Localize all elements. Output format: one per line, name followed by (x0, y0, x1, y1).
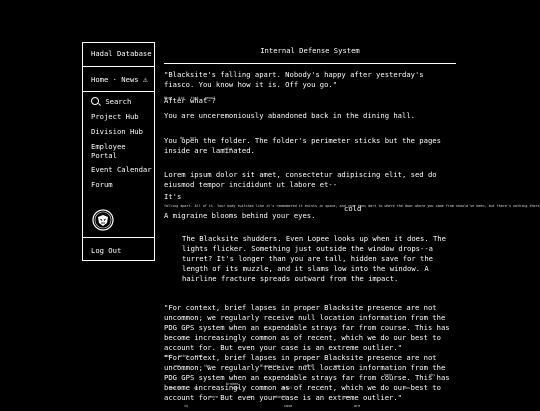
paragraph: Lorem ipsum dolor sit amet, consectetur … (164, 170, 441, 189)
whisper-word: does (304, 364, 313, 368)
paragraph: You are unceremoniously abandoned back i… (164, 111, 415, 120)
sidebar-divider (83, 237, 154, 238)
whisper-word: here (210, 395, 219, 399)
paragraph-indented: The Blacksite shudders. Even Lopee looks… (182, 234, 451, 283)
whisper-word: the (204, 364, 211, 368)
sidebar-item-event-calendar[interactable]: Event Calendar (91, 165, 152, 174)
home-news-label: Home · News (91, 75, 139, 84)
whisper-word: you (174, 364, 181, 368)
sidebar-item-search[interactable]: Search (91, 97, 131, 106)
whisper-text: cold (224, 147, 233, 151)
whisper-word: you (404, 386, 411, 390)
sidebar-title: Hadal Database (91, 49, 152, 58)
page-title: Internal Defense System (260, 46, 360, 55)
sidebar-divider (83, 66, 154, 67)
whisper-word: not (334, 364, 341, 368)
sidebar-item-home-news[interactable]: Home · News ⚠ (91, 75, 148, 84)
sidebar-item-project-hub[interactable]: Project Hub (91, 112, 139, 121)
whisper-word: it (248, 395, 253, 399)
whisper-word: hear (232, 386, 241, 390)
paragraph: After what-? (164, 96, 216, 105)
sidebar-item-division-hub[interactable]: Division Hub (91, 127, 143, 136)
warning-icon: ⚠ (142, 75, 148, 84)
whisper-word: your (344, 395, 353, 399)
whisper-word: don't (170, 386, 181, 390)
sidebar: Hadal Database Home · News ⚠ Search Proj… (82, 42, 155, 261)
sidebar-item-label: Search (105, 97, 132, 106)
whisper-word: Blacksite (260, 364, 279, 368)
sidebar-item-forum[interactable]: Forum (91, 180, 113, 189)
logout-button[interactable]: Log Out (91, 246, 121, 255)
whisper-word: is (184, 404, 189, 408)
whisper-word: case (284, 404, 293, 408)
paragraph: "Blacksite's falling apart. Nobody's hap… (164, 70, 428, 89)
paragraph: A migraine blooms behind your eyes. (164, 211, 316, 220)
sidebar-item-employee-portal[interactable]: Employee Portal (91, 142, 147, 160)
emblem-icon (92, 209, 114, 231)
whisper-word: why (429, 373, 436, 377)
whisper-word: we (194, 386, 199, 390)
search-icon (91, 97, 99, 105)
header-divider (164, 63, 456, 64)
paragraph: "For context, brief lapses in proper Bla… (164, 303, 454, 352)
sidebar-divider (83, 91, 154, 92)
whisper-word: are (354, 404, 361, 408)
main-content: Internal Defense System "Blacksite's fal… (164, 44, 540, 408)
whisper-word: have (384, 373, 393, 377)
paragraph: You open the folder. The folder's perime… (164, 136, 446, 155)
